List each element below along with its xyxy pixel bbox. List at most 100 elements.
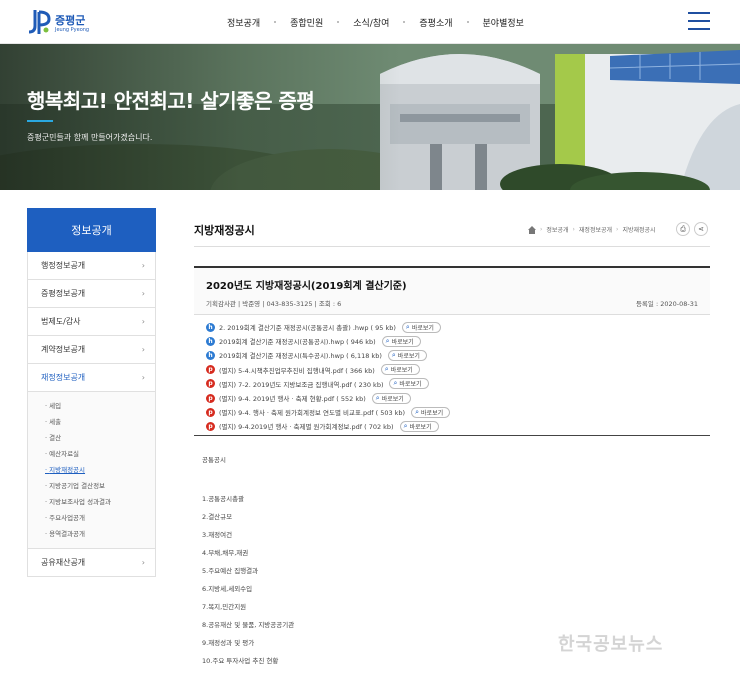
side-nav-label: 증평정보공개 (41, 289, 86, 298)
preview-button[interactable]: ⌕ 바로보기 (411, 406, 451, 418)
side-nav-label: 법제도/감사 (41, 317, 81, 326)
watermark: 한국공보뉴스 (558, 634, 664, 655)
preview-label: 바로보기 (421, 409, 444, 417)
search-icon: ⌕ (385, 336, 390, 345)
chevron-right-icon: › (141, 345, 145, 354)
hero-banner: 행복최고! 안전최고! 살기좋은 증평 증평군민들과 함께 만들어가겠습니다. (0, 44, 740, 190)
pdf-file-icon: p (206, 407, 215, 417)
side-nav-label: 재정정보공개 (41, 373, 86, 382)
page-title: 지방재정공시 (194, 224, 255, 237)
submenu-label: 주요사업공개 (49, 514, 86, 522)
body-heading: 공통공시 (202, 456, 226, 464)
side-nav: 정보공개 행정정보공개 › 증평정보공개 › 법제도/감사 › 계약정보공개 ›… (27, 208, 156, 577)
submenu-label: 예산자료실 (49, 450, 80, 458)
submenu-item[interactable]: · 예산자료실 (45, 446, 155, 462)
preview-label: 바로보기 (397, 352, 420, 360)
side-nav-label: 행정정보공개 (41, 261, 86, 270)
submenu-item[interactable]: · 용역결과공개 (45, 526, 155, 542)
post-date: 등록일 : 2020-08-31 (635, 300, 698, 308)
home-icon[interactable] (528, 225, 536, 234)
gnb-item-about[interactable]: 증평소개 (419, 16, 452, 29)
attachment-link[interactable]: (별지) 9-4.2019년 행사 · 축제별 원가회계정보.pdf ( 702… (219, 421, 394, 431)
side-nav-label: 계약정보공개 (41, 345, 86, 354)
chevron-right-icon: › (141, 317, 145, 326)
gnb-item-info[interactable]: 정보공개 (227, 16, 260, 29)
preview-button[interactable]: ⌕ 바로보기 (401, 321, 441, 333)
preview-button[interactable]: ⌕ 바로보기 (387, 349, 427, 361)
side-nav-item[interactable]: 계약정보공개 › (27, 336, 156, 364)
preview-button[interactable]: ⌕ 바로보기 (380, 364, 420, 376)
search-icon: ⌕ (415, 407, 420, 416)
print-icon[interactable]: ⎙ (676, 222, 690, 236)
preview-label: 바로보기 (409, 423, 432, 431)
preview-label: 바로보기 (411, 324, 434, 332)
attachment-link[interactable]: 2. 2019회계 결산기준 재정공시(공통공시 총괄) .hwp ( 95 k… (219, 322, 396, 332)
attachment-link[interactable]: (별지) 9-4. 2019년 행사 · 축제 현황.pdf ( 552 kb) (219, 393, 366, 403)
attachment-link[interactable]: (별지) 7-2. 2019년도 지방보조금 집행내역.pdf ( 230 kb… (219, 379, 383, 389)
breadcrumb-separator: › (540, 226, 543, 233)
preview-button[interactable]: ⌕ 바로보기 (381, 335, 421, 347)
submenu-item[interactable]: · 지방공기업 결산정보 (45, 478, 155, 494)
search-icon: ⌕ (391, 350, 396, 359)
breadcrumb-item[interactable]: 재정정보공개 (579, 225, 612, 234)
attachment-item: p (별지) 5-4.시책추진업무추진비 집행내역.pdf ( 366 kb) … (206, 363, 710, 377)
search-icon: ⌕ (384, 365, 389, 374)
site-logo[interactable]: 증평군 Jeung Pyeong (27, 8, 89, 36)
side-nav-heading: 정보공개 (27, 208, 156, 252)
submenu-item[interactable]: · 지방보조사업 성과결과 (45, 494, 155, 510)
submenu-item[interactable]: · 세입 (45, 398, 155, 414)
preview-label: 바로보기 (381, 395, 404, 403)
attachment-item: p (별지) 9-4. 행사 · 축제 원가회계정보 연도별 비교표.pdf (… (206, 405, 710, 419)
attachment-link[interactable]: (별지) 9-4. 행사 · 축제 원가회계정보 연도별 비교표.pdf ( 5… (219, 407, 405, 417)
hero-accent-line (27, 120, 53, 122)
search-icon: ⌕ (403, 421, 408, 430)
preview-button[interactable]: ⌕ 바로보기 (371, 392, 411, 404)
board-header: 2020년도 지방재정공시(2019회계 결산기준) 기획감사관 | 박준영 |… (194, 268, 710, 315)
submenu-item[interactable]: · 주요사업공개 (45, 510, 155, 526)
preview-label: 바로보기 (390, 367, 413, 375)
logo-sub-text: Jeung Pyeong (55, 27, 90, 33)
gnb-item-news[interactable]: 소식/참여 (353, 16, 389, 29)
hero-title: 행복최고! 안전최고! 살기좋은 증평 (27, 89, 315, 113)
breadcrumb-item[interactable]: 정보공개 (546, 225, 568, 234)
submenu-item[interactable]: · 세출 (45, 414, 155, 430)
attachment-link[interactable]: 2019회계 결산기준 재정공시(특수공시).hwp ( 6,118 kb) (219, 350, 382, 360)
hero-subtitle: 증평군민들과 함께 만들어가겠습니다. (27, 133, 153, 142)
attachment-link[interactable]: 2019회계 결산기준 재정공시(공통공시).hwp ( 946 kb) (219, 336, 376, 346)
submenu-item-current[interactable]: · 지방재정공시 (45, 462, 155, 478)
attachment-item: p (별지) 9-4. 2019년 행사 · 축제 현황.pdf ( 552 k… (206, 391, 710, 405)
divider (194, 246, 710, 247)
attachment-item: h 2019회계 결산기준 재정공시(특수공시).hwp ( 6,118 kb)… (206, 348, 710, 362)
side-nav-item[interactable]: 행정정보공개 › (27, 252, 156, 280)
attachment-link[interactable]: (별지) 5-4.시책추진업무추진비 집행내역.pdf ( 366 kb) (219, 365, 375, 375)
side-nav-submenu: · 세입 · 세출 · 결산 · 예산자료실 · 지방재정공시 · 지방공기업 … (27, 392, 156, 549)
chevron-right-icon: › (141, 373, 145, 382)
side-nav-item[interactable]: 증평정보공개 › (27, 280, 156, 308)
gnb-item-civil[interactable]: 종합민원 (290, 16, 323, 29)
body-list-item: 6.지방세,세외수입 (202, 585, 253, 593)
submenu-item[interactable]: · 결산 (45, 430, 155, 446)
preview-button[interactable]: ⌕ 바로보기 (389, 378, 429, 390)
body-list-item: 5.주요예산 집행결과 (202, 567, 259, 575)
gnb-separator (466, 21, 469, 23)
body-list-item: 3.재정여건 (202, 531, 233, 539)
preview-button[interactable]: ⌕ 바로보기 (399, 420, 439, 432)
submenu-label: 결산 (49, 434, 62, 442)
submenu-label: 지방재정공시 (49, 466, 86, 474)
side-nav-item-active[interactable]: 재정정보공개 › (27, 364, 156, 392)
attachment-item: p (별지) 9-4.2019년 행사 · 축제별 원가회계정보.pdf ( 7… (206, 419, 710, 433)
body-list-item: 7.복지,민간지원 (202, 603, 247, 611)
hamburger-menu-icon[interactable] (688, 12, 710, 30)
side-nav-item[interactable]: 법제도/감사 › (27, 308, 156, 336)
board-view: 2020년도 지방재정공시(2019회계 결산기준) 기획감사관 | 박준영 |… (194, 266, 710, 670)
body-list-item: 2.결산규모 (202, 513, 233, 521)
pdf-file-icon: p (206, 379, 215, 389)
preview-label: 바로보기 (399, 381, 422, 389)
share-icon[interactable]: ⋖ (694, 222, 708, 236)
side-nav-item[interactable]: 공유재산공개 › (27, 549, 156, 577)
logo-main-text: 증평군 (55, 14, 86, 27)
gnb-item-fields[interactable]: 분야별정보 (483, 16, 524, 29)
site-header: 증평군 Jeung Pyeong 정보공개 종합민원 소식/참여 증평소개 분야… (0, 0, 740, 44)
search-icon: ⌕ (405, 322, 410, 331)
chevron-right-icon: › (141, 261, 145, 270)
